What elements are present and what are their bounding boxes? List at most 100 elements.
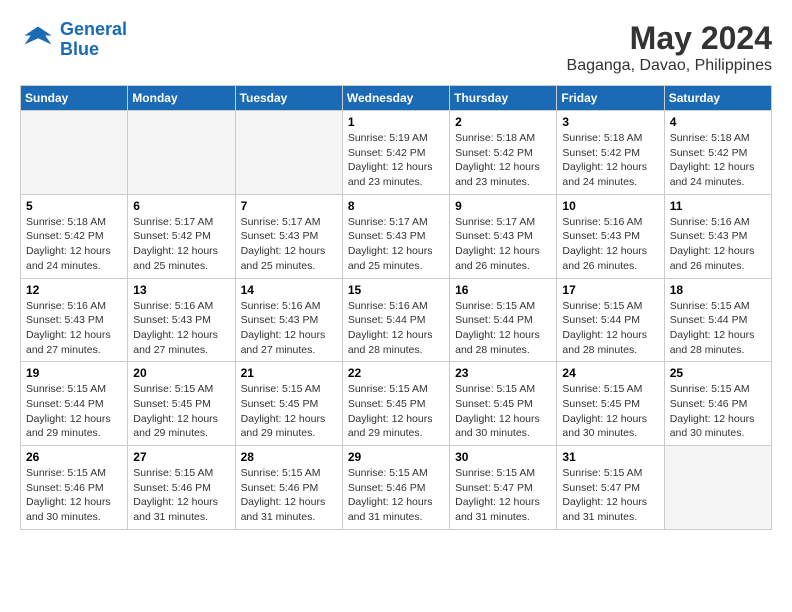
day-info: Sunrise: 5:16 AMSunset: 5:43 PMDaylight:… xyxy=(241,299,337,358)
day-info: Sunrise: 5:16 AMSunset: 5:43 PMDaylight:… xyxy=(133,299,229,358)
day-info: Sunrise: 5:15 AMSunset: 5:45 PMDaylight:… xyxy=(562,382,658,441)
table-cell xyxy=(21,111,128,195)
day-number: 23 xyxy=(455,366,551,380)
day-number: 8 xyxy=(348,199,444,213)
day-info: Sunrise: 5:18 AMSunset: 5:42 PMDaylight:… xyxy=(562,131,658,190)
day-info: Sunrise: 5:15 AMSunset: 5:45 PMDaylight:… xyxy=(455,382,551,441)
logo-blue: Blue xyxy=(60,39,99,59)
table-cell: 25 Sunrise: 5:15 AMSunset: 5:46 PMDayligh… xyxy=(664,362,771,446)
day-info: Sunrise: 5:15 AMSunset: 5:44 PMDaylight:… xyxy=(455,299,551,358)
table-cell: 1 Sunrise: 5:19 AMSunset: 5:42 PMDaylight… xyxy=(342,111,449,195)
day-info: Sunrise: 5:15 AMSunset: 5:45 PMDaylight:… xyxy=(241,382,337,441)
table-cell: 27 Sunrise: 5:15 AMSunset: 5:46 PMDayligh… xyxy=(128,446,235,530)
table-cell: 26 Sunrise: 5:15 AMSunset: 5:46 PMDayligh… xyxy=(21,446,128,530)
day-info: Sunrise: 5:17 AMSunset: 5:43 PMDaylight:… xyxy=(241,215,337,274)
day-number: 3 xyxy=(562,115,658,129)
location-subtitle: Baganga, Davao, Philippines xyxy=(567,57,772,75)
day-info: Sunrise: 5:16 AMSunset: 5:43 PMDaylight:… xyxy=(562,215,658,274)
day-info: Sunrise: 5:15 AMSunset: 5:45 PMDaylight:… xyxy=(348,382,444,441)
day-info: Sunrise: 5:15 AMSunset: 5:46 PMDaylight:… xyxy=(133,466,229,525)
day-info: Sunrise: 5:15 AMSunset: 5:44 PMDaylight:… xyxy=(562,299,658,358)
day-number: 18 xyxy=(670,283,766,297)
table-cell: 4 Sunrise: 5:18 AMSunset: 5:42 PMDaylight… xyxy=(664,111,771,195)
day-number: 25 xyxy=(670,366,766,380)
day-info: Sunrise: 5:16 AMSunset: 5:43 PMDaylight:… xyxy=(26,299,122,358)
day-info: Sunrise: 5:19 AMSunset: 5:42 PMDaylight:… xyxy=(348,131,444,190)
table-cell: 12 Sunrise: 5:16 AMSunset: 5:43 PMDayligh… xyxy=(21,278,128,362)
table-cell xyxy=(664,446,771,530)
table-cell: 22 Sunrise: 5:15 AMSunset: 5:45 PMDayligh… xyxy=(342,362,449,446)
day-info: Sunrise: 5:15 AMSunset: 5:44 PMDaylight:… xyxy=(26,382,122,441)
day-info: Sunrise: 5:18 AMSunset: 5:42 PMDaylight:… xyxy=(670,131,766,190)
day-number: 12 xyxy=(26,283,122,297)
day-number: 26 xyxy=(26,450,122,464)
table-cell: 16 Sunrise: 5:15 AMSunset: 5:44 PMDayligh… xyxy=(450,278,557,362)
calendar-row: 26 Sunrise: 5:15 AMSunset: 5:46 PMDayligh… xyxy=(21,446,772,530)
day-info: Sunrise: 5:15 AMSunset: 5:46 PMDaylight:… xyxy=(670,382,766,441)
day-info: Sunrise: 5:17 AMSunset: 5:42 PMDaylight:… xyxy=(133,215,229,274)
table-cell: 24 Sunrise: 5:15 AMSunset: 5:45 PMDayligh… xyxy=(557,362,664,446)
table-cell: 30 Sunrise: 5:15 AMSunset: 5:47 PMDayligh… xyxy=(450,446,557,530)
day-number: 22 xyxy=(348,366,444,380)
logo-text: General Blue xyxy=(60,20,127,60)
table-cell: 23 Sunrise: 5:15 AMSunset: 5:45 PMDayligh… xyxy=(450,362,557,446)
day-number: 19 xyxy=(26,366,122,380)
day-info: Sunrise: 5:15 AMSunset: 5:46 PMDaylight:… xyxy=(26,466,122,525)
day-number: 6 xyxy=(133,199,229,213)
table-cell: 13 Sunrise: 5:16 AMSunset: 5:43 PMDayligh… xyxy=(128,278,235,362)
day-number: 14 xyxy=(241,283,337,297)
day-number: 10 xyxy=(562,199,658,213)
table-cell: 29 Sunrise: 5:15 AMSunset: 5:46 PMDayligh… xyxy=(342,446,449,530)
day-number: 31 xyxy=(562,450,658,464)
day-info: Sunrise: 5:16 AMSunset: 5:44 PMDaylight:… xyxy=(348,299,444,358)
day-info: Sunrise: 5:15 AMSunset: 5:47 PMDaylight:… xyxy=(455,466,551,525)
day-number: 29 xyxy=(348,450,444,464)
day-number: 17 xyxy=(562,283,658,297)
table-cell: 3 Sunrise: 5:18 AMSunset: 5:42 PMDaylight… xyxy=(557,111,664,195)
day-number: 4 xyxy=(670,115,766,129)
col-saturday: Saturday xyxy=(664,86,771,111)
logo-icon xyxy=(20,22,56,58)
col-sunday: Sunday xyxy=(21,86,128,111)
col-monday: Monday xyxy=(128,86,235,111)
day-info: Sunrise: 5:15 AMSunset: 5:44 PMDaylight:… xyxy=(670,299,766,358)
table-cell: 18 Sunrise: 5:15 AMSunset: 5:44 PMDayligh… xyxy=(664,278,771,362)
day-number: 21 xyxy=(241,366,337,380)
calendar-table: Sunday Monday Tuesday Wednesday Thursday… xyxy=(20,85,772,530)
calendar-row: 19 Sunrise: 5:15 AMSunset: 5:44 PMDayligh… xyxy=(21,362,772,446)
day-number: 16 xyxy=(455,283,551,297)
table-cell: 10 Sunrise: 5:16 AMSunset: 5:43 PMDayligh… xyxy=(557,194,664,278)
table-cell: 11Sunrise: 5:16 AMSunset: 5:43 PMDayligh… xyxy=(664,194,771,278)
day-number: 5 xyxy=(26,199,122,213)
table-cell: 17 Sunrise: 5:15 AMSunset: 5:44 PMDayligh… xyxy=(557,278,664,362)
day-number: 27 xyxy=(133,450,229,464)
month-year-title: May 2024 xyxy=(567,20,772,57)
table-cell: 9Sunrise: 5:17 AMSunset: 5:43 PMDaylight… xyxy=(450,194,557,278)
day-info: Sunrise: 5:15 AMSunset: 5:46 PMDaylight:… xyxy=(348,466,444,525)
table-cell: 8Sunrise: 5:17 AMSunset: 5:43 PMDaylight… xyxy=(342,194,449,278)
day-number: 13 xyxy=(133,283,229,297)
table-cell: 31 Sunrise: 5:15 AMSunset: 5:47 PMDayligh… xyxy=(557,446,664,530)
day-info: Sunrise: 5:18 AMSunset: 5:42 PMDaylight:… xyxy=(26,215,122,274)
calendar-row: 1 Sunrise: 5:19 AMSunset: 5:42 PMDaylight… xyxy=(21,111,772,195)
table-cell: 21 Sunrise: 5:15 AMSunset: 5:45 PMDayligh… xyxy=(235,362,342,446)
calendar-header-row: Sunday Monday Tuesday Wednesday Thursday… xyxy=(21,86,772,111)
col-thursday: Thursday xyxy=(450,86,557,111)
day-info: Sunrise: 5:15 AMSunset: 5:47 PMDaylight:… xyxy=(562,466,658,525)
table-cell: 5 Sunrise: 5:18 AMSunset: 5:42 PMDaylight… xyxy=(21,194,128,278)
table-cell xyxy=(128,111,235,195)
day-number: 30 xyxy=(455,450,551,464)
logo: General Blue xyxy=(20,20,127,60)
day-info: Sunrise: 5:15 AMSunset: 5:46 PMDaylight:… xyxy=(241,466,337,525)
col-friday: Friday xyxy=(557,86,664,111)
col-wednesday: Wednesday xyxy=(342,86,449,111)
table-cell: 20Sunrise: 5:15 AMSunset: 5:45 PMDayligh… xyxy=(128,362,235,446)
calendar-row: 12 Sunrise: 5:16 AMSunset: 5:43 PMDayligh… xyxy=(21,278,772,362)
day-number: 1 xyxy=(348,115,444,129)
title-area: May 2024 Baganga, Davao, Philippines xyxy=(567,20,772,75)
table-cell: 14 Sunrise: 5:16 AMSunset: 5:43 PMDayligh… xyxy=(235,278,342,362)
logo-general: General xyxy=(60,19,127,39)
day-number: 11 xyxy=(670,199,766,213)
day-number: 24 xyxy=(562,366,658,380)
day-number: 2 xyxy=(455,115,551,129)
